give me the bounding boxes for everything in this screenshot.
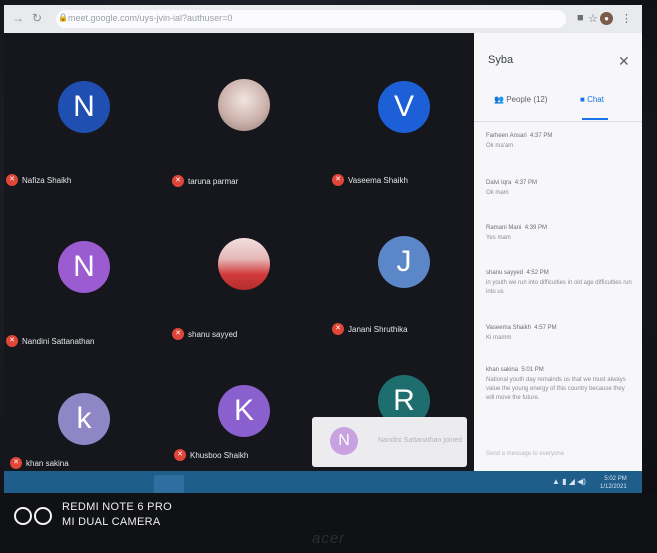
message-text: in youth we run into difficulties in old… xyxy=(486,280,632,295)
message-header: khan sakina 5:01 PM xyxy=(486,367,634,373)
tab-chat-label: Chat xyxy=(587,95,604,104)
participant-tile[interactable]: k ✕ khan sakina xyxy=(4,323,164,471)
chat-message: Dalvi Iqra 4:37 PM Ok mam xyxy=(486,180,634,198)
back-icon[interactable]: → xyxy=(12,11,24,25)
participant-photo xyxy=(218,238,270,290)
participant-tile[interactable]: J ✕ Janani Shruthika xyxy=(324,178,484,335)
message-sender: khan sakina xyxy=(486,367,519,373)
message-time: 5:01 PM xyxy=(521,367,544,373)
tab-chat[interactable]: ■ Chat xyxy=(580,95,604,104)
chat-message: Farheen Ansari 4:37 PM Ok ma'am xyxy=(486,133,634,151)
participant-avatar: K xyxy=(218,385,270,437)
reload-icon[interactable]: ↻ xyxy=(32,11,42,25)
tab-people[interactable]: 👥 People (12) xyxy=(494,95,548,104)
participant-grid: N ✕ Nafiza Shaikh ✕ taruna parmar V ✕ Va… xyxy=(4,33,474,471)
monitor-brand: acer xyxy=(312,530,346,547)
camera-icon[interactable]: ■ xyxy=(577,12,584,24)
message-sender: Ramani Mani xyxy=(486,225,522,231)
message-header: Farheen Ansari 4:37 PM xyxy=(486,133,634,139)
message-time: 4:52 PM xyxy=(526,270,549,276)
participant-tile[interactable]: K ✕ Khusboo Shaikh xyxy=(164,323,324,471)
participant-avatar: V xyxy=(378,81,430,133)
participant-name: khan sakina xyxy=(26,459,69,468)
browser-toolbar: → ↻ 🔒 meet.google.com/uys-jvin-ial?authu… xyxy=(4,5,642,33)
message-text: Ok ma'am xyxy=(486,143,514,149)
join-notification: N Nandini Sattanathan joined xyxy=(312,417,467,467)
chat-message: shanu sayyed 4:52 PM in youth we run int… xyxy=(486,270,634,297)
participant-tile[interactable]: ✕ shanu sayyed xyxy=(164,178,324,340)
message-header: Ramani Mani 4:39 PM xyxy=(486,225,634,231)
participant-tile[interactable]: V ✕ Vaseema Shaikh xyxy=(324,33,484,186)
message-header: Vaseema Shaikh 4:57 PM xyxy=(486,325,634,331)
participant-avatar: N xyxy=(58,81,110,133)
watermark-circle-icon xyxy=(14,507,32,525)
watermark-line2: MI DUAL CAMERA xyxy=(62,516,161,528)
mic-off-icon: ✕ xyxy=(10,457,22,469)
message-time: 4:37 PM xyxy=(530,133,553,139)
mic-off-icon: ✕ xyxy=(174,449,186,461)
clock-date: 1/12/2021 xyxy=(600,484,627,490)
chat-icon: ■ xyxy=(580,95,588,104)
chat-message: Ramani Mani 4:39 PM Yes mam xyxy=(486,225,634,243)
participant-tile[interactable]: N ✕ Nandini Sattanathan xyxy=(4,178,164,347)
participant-name: Khusboo Shaikh xyxy=(190,451,249,460)
message-sender: Dalvi Iqra xyxy=(486,180,512,186)
profile-avatar[interactable]: ● xyxy=(600,12,613,25)
message-text: National youth day remainds us that we m… xyxy=(486,377,626,401)
toast-avatar: N xyxy=(330,427,358,455)
menu-icon[interactable]: ⋮ xyxy=(621,12,632,25)
message-time: 4:39 PM xyxy=(524,225,548,231)
active-tab-indicator xyxy=(582,118,608,120)
message-text: Ki mamm xyxy=(486,335,512,341)
message-sender: Vaseema Shaikh xyxy=(486,325,531,331)
meeting-title: Syba xyxy=(488,54,514,66)
message-sender: Farheen Ansari xyxy=(486,133,527,139)
participant-avatar: J xyxy=(378,236,430,288)
monitor-screen: → ↻ 🔒 meet.google.com/uys-jvin-ial?authu… xyxy=(4,5,642,499)
message-header: Dalvi Iqra 4:37 PM xyxy=(486,180,634,186)
people-icon: 👥 xyxy=(494,95,507,104)
watermark-circle-icon xyxy=(34,507,52,525)
lock-icon: 🔒 xyxy=(58,13,68,22)
participant-photo xyxy=(218,79,270,131)
chat-message: khan sakina 5:01 PM National youth day r… xyxy=(486,367,634,403)
watermark-line1: REDMI NOTE 6 PRO xyxy=(62,501,172,513)
participant-tile[interactable]: N ✕ Nafiza Shaikh xyxy=(4,33,164,186)
participant-tile[interactable]: ✕ taruna parmar xyxy=(164,33,324,187)
message-input[interactable]: Send a message to everyone xyxy=(486,451,564,457)
tab-people-label: People (12) xyxy=(506,95,548,104)
star-icon[interactable]: ☆ xyxy=(588,12,598,25)
photo-frame: → ↻ 🔒 meet.google.com/uys-jvin-ial?authu… xyxy=(0,0,657,553)
toast-text: Nandini Sattanathan joined xyxy=(378,437,463,444)
system-tray: ▲ ▮ ◢ ◀) xyxy=(552,477,586,486)
clock-time: 5:02 PM xyxy=(604,476,627,482)
chat-message: Vaseema Shaikh 4:57 PM Ki mamm xyxy=(486,325,634,343)
message-header: shanu sayyed 4:52 PM xyxy=(486,270,634,276)
message-time: 4:37 PM xyxy=(514,180,538,186)
address-bar[interactable]: 🔒 meet.google.com/uys-jvin-ial?authuser=… xyxy=(56,10,566,28)
taskbar-app-icon[interactable] xyxy=(154,475,184,495)
message-time: 4:57 PM xyxy=(534,325,557,331)
message-text: Ok mam xyxy=(486,190,509,196)
panel-divider xyxy=(474,121,642,122)
participant-avatar: k xyxy=(58,393,110,445)
url-text: meet.google.com/uys-jvin-ial?authuser=0 xyxy=(68,13,233,23)
message-text: Yes mam xyxy=(486,235,511,241)
message-sender: shanu sayyed xyxy=(486,270,524,276)
participant-avatar: N xyxy=(58,241,110,293)
close-icon[interactable]: ✕ xyxy=(618,53,630,70)
taskbar-clock: 5:02 PM 1/12/2021 xyxy=(600,475,627,491)
chat-panel: Syba ✕ 👥 People (12) ■ Chat Farheen Ansa… xyxy=(474,33,642,471)
